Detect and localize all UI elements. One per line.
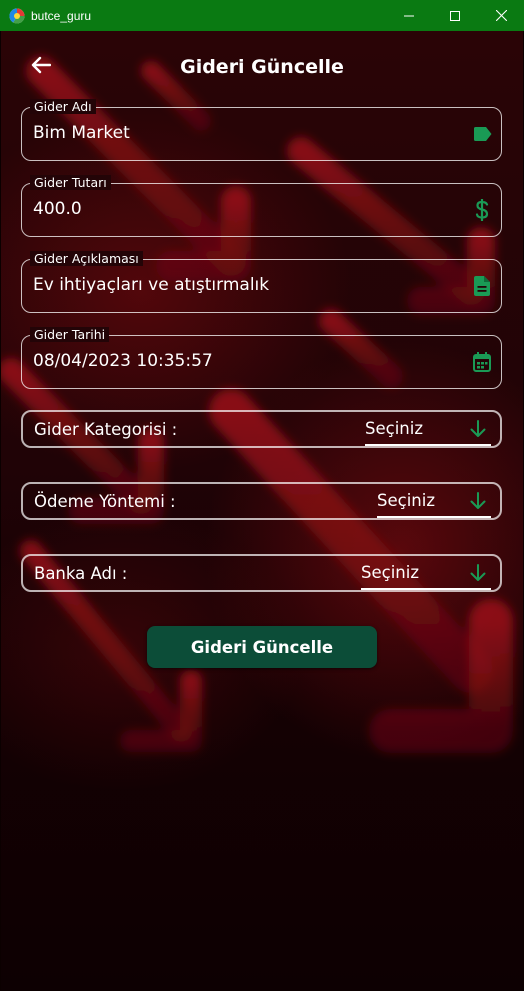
close-icon <box>495 6 507 25</box>
dollar-icon <box>472 199 492 221</box>
update-expense-button[interactable]: Gideri Güncelle <box>147 626 377 668</box>
maximize-button[interactable] <box>432 0 478 31</box>
bank-selected-value: Seçiniz <box>361 563 419 582</box>
expense-description-label: Gider Açıklaması <box>30 251 143 266</box>
expense-name-input[interactable] <box>33 123 453 143</box>
app-header: Gideri Güncelle <box>1 31 523 103</box>
expense-name-label: Gider Adı <box>30 99 96 114</box>
payment-method-label: Ödeme Yöntemi : <box>34 492 176 511</box>
close-button[interactable] <box>478 0 524 31</box>
category-selected-value: Seçiniz <box>365 419 423 438</box>
window-controls <box>386 0 524 31</box>
expense-name-field[interactable]: Gider Adı <box>21 99 502 161</box>
category-select-row: Gider Kategorisi : Seçiniz <box>21 410 502 448</box>
label-tag-icon <box>472 123 492 145</box>
window-title: butce_guru <box>31 8 92 23</box>
arrow-down-icon <box>468 490 488 512</box>
app-area: Gideri Güncelle Gider Adı Gider Tutarı G… <box>1 31 523 990</box>
bank-name-label: Banka Adı : <box>34 564 128 583</box>
expense-amount-input[interactable] <box>33 199 453 219</box>
bank-dropdown[interactable]: Seçiniz <box>361 561 491 590</box>
payment-method-dropdown[interactable]: Seçiniz <box>377 489 491 518</box>
page-title: Gideri Güncelle <box>180 56 344 78</box>
expense-description-input[interactable] <box>33 275 453 295</box>
expense-amount-field[interactable]: Gider Tutarı <box>21 175 502 237</box>
expense-description-field[interactable]: Gider Açıklaması <box>21 251 502 313</box>
calendar-icon[interactable] <box>472 351 492 373</box>
category-dropdown[interactable]: Seçiniz <box>365 417 491 446</box>
category-label: Gider Kategorisi : <box>34 420 178 439</box>
document-icon <box>472 275 492 297</box>
bank-select-row: Banka Adı : Seçiniz <box>21 554 502 592</box>
expense-amount-label: Gider Tutarı <box>30 175 111 190</box>
payment-selected-value: Seçiniz <box>377 491 435 510</box>
maximize-icon <box>450 6 460 25</box>
expense-date-field[interactable]: Gider Tarihi <box>21 327 502 389</box>
payment-select-row: Ödeme Yöntemi : Seçiniz <box>21 482 502 520</box>
expense-date-label: Gider Tarihi <box>30 327 110 342</box>
app-logo-icon <box>9 7 25 24</box>
minimize-button[interactable] <box>386 0 432 31</box>
arrow-down-icon <box>468 562 488 584</box>
expense-date-input[interactable] <box>33 351 453 371</box>
arrow-down-icon <box>468 418 488 440</box>
minimize-icon <box>404 6 414 25</box>
window-titlebar: butce_guru <box>0 0 524 31</box>
